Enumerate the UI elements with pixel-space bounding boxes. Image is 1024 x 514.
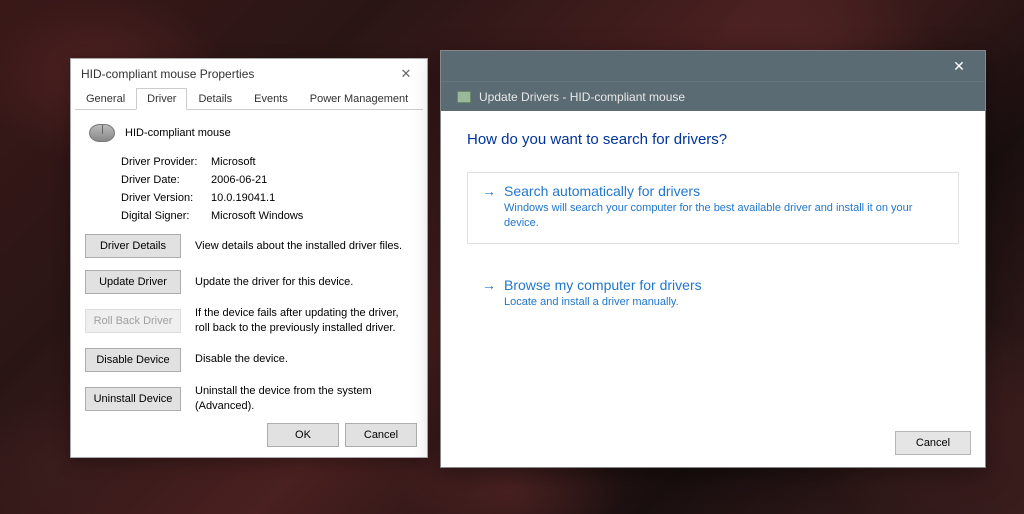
properties-titlebar[interactable]: HID-compliant mouse Properties ✕: [71, 59, 427, 87]
update-titlebar[interactable]: ✕: [441, 51, 985, 81]
properties-footer: OK Cancel: [267, 423, 417, 447]
driver-version-label: Driver Version:: [121, 192, 211, 204]
browse-computer-title: Browse my computer for drivers: [504, 277, 702, 293]
uninstall-device-desc: Uninstall the device from the system (Ad…: [195, 384, 413, 414]
tab-general[interactable]: General: [75, 88, 136, 110]
tab-events[interactable]: Events: [243, 88, 299, 110]
arrow-right-icon: →: [482, 277, 496, 310]
uninstall-device-button[interactable]: Uninstall Device: [85, 387, 181, 411]
browse-computer-option[interactable]: → Browse my computer for drivers Locate …: [467, 266, 959, 323]
device-properties-dialog: HID-compliant mouse Properties ✕ General…: [70, 58, 428, 458]
close-icon[interactable]: ✕: [937, 52, 981, 80]
driver-date-label: Driver Date:: [121, 174, 211, 186]
search-automatically-desc: Windows will search your computer for th…: [504, 201, 944, 231]
update-driver-button[interactable]: Update Driver: [85, 270, 181, 294]
update-heading: How do you want to search for drivers?: [467, 131, 959, 148]
disable-device-button[interactable]: Disable Device: [85, 348, 181, 372]
driver-provider-value: Microsoft: [211, 156, 256, 168]
properties-tabstrip: General Driver Details Events Power Mana…: [75, 87, 423, 110]
roll-back-driver-desc: If the device fails after updating the d…: [195, 306, 413, 336]
digital-signer-value: Microsoft Windows: [211, 210, 303, 222]
ok-button[interactable]: OK: [267, 423, 339, 447]
close-icon[interactable]: ✕: [393, 65, 419, 83]
update-driver-desc: Update the driver for this device.: [195, 275, 413, 290]
properties-body: HID-compliant mouse Driver Provider: Mic…: [71, 110, 427, 421]
arrow-right-icon: →: [482, 183, 496, 231]
search-automatically-title: Search automatically for drivers: [504, 183, 944, 199]
update-body: How do you want to search for drivers? →…: [441, 111, 985, 467]
browse-computer-desc: Locate and install a driver manually.: [504, 295, 702, 310]
mouse-icon: [89, 124, 115, 142]
disable-device-desc: Disable the device.: [195, 352, 413, 367]
search-automatically-option[interactable]: → Search automatically for drivers Windo…: [467, 172, 959, 244]
driver-details-desc: View details about the installed driver …: [195, 239, 413, 254]
cancel-button[interactable]: Cancel: [895, 431, 971, 455]
tab-details[interactable]: Details: [187, 88, 243, 110]
tab-power-management[interactable]: Power Management: [299, 88, 419, 110]
driver-provider-label: Driver Provider:: [121, 156, 211, 168]
driver-version-value: 10.0.19041.1: [211, 192, 275, 204]
properties-title-text: HID-compliant mouse Properties: [81, 67, 254, 81]
update-breadcrumb: Update Drivers - HID-compliant mouse: [441, 81, 985, 111]
update-footer: Cancel: [895, 431, 971, 455]
roll-back-driver-button: Roll Back Driver: [85, 309, 181, 333]
device-header-row: HID-compliant mouse: [89, 124, 413, 142]
driver-info-table: Driver Provider: Microsoft Driver Date: …: [121, 156, 413, 222]
update-breadcrumb-text: Update Drivers - HID-compliant mouse: [479, 90, 685, 104]
device-name: HID-compliant mouse: [125, 127, 231, 139]
update-drivers-dialog: ✕ Update Drivers - HID-compliant mouse H…: [440, 50, 986, 468]
driver-date-value: 2006-06-21: [211, 174, 267, 186]
digital-signer-label: Digital Signer:: [121, 210, 211, 222]
cancel-button[interactable]: Cancel: [345, 423, 417, 447]
driver-details-button[interactable]: Driver Details: [85, 234, 181, 258]
tab-driver[interactable]: Driver: [136, 88, 187, 110]
disk-icon: [457, 91, 471, 103]
